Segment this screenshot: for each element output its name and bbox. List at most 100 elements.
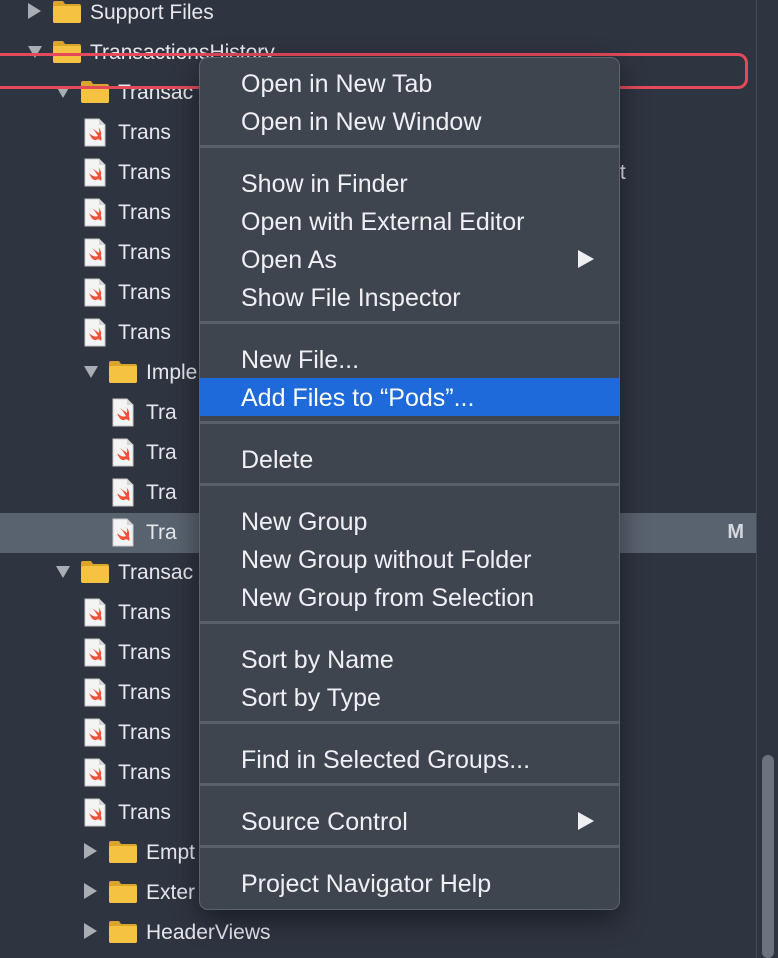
- vertical-scrollbar[interactable]: [762, 755, 774, 958]
- menu-item-new-group-from-selection[interactable]: New Group from Selection: [200, 578, 619, 616]
- tree-row-label: Tra: [146, 481, 177, 504]
- menu-item-show-file-inspector[interactable]: Show File Inspector: [200, 278, 619, 316]
- menu-item-label: Project Navigator Help: [241, 870, 492, 898]
- swift-file-icon: [84, 678, 106, 707]
- swift-file-icon: [84, 318, 106, 347]
- menu-item-label: Sort by Name: [241, 646, 394, 674]
- menu-item-sort-by-type[interactable]: Sort by Type: [200, 678, 619, 716]
- submenu-arrow-icon: [578, 812, 594, 830]
- menu-separator: [200, 783, 619, 786]
- tree-row-label: Imple: [146, 361, 198, 384]
- disclosure-collapsed-icon[interactable]: [28, 3, 41, 19]
- menu-item-label: New Group without Folder: [241, 546, 532, 574]
- menu-item-label: Open in New Tab: [241, 70, 433, 98]
- swift-file-icon: [84, 598, 106, 627]
- menu-item-label: Find in Selected Groups...: [241, 746, 531, 774]
- menu-item-new-group-without-folder[interactable]: New Group without Folder: [200, 540, 619, 578]
- menu-item-new-file[interactable]: New File...: [200, 340, 619, 378]
- menu-item-delete[interactable]: Delete: [200, 440, 619, 478]
- menu-item-label: New File...: [241, 346, 360, 374]
- menu-separator: [200, 145, 619, 148]
- menu-item-open-in-new-window[interactable]: Open in New Window: [200, 102, 619, 140]
- tree-row-label: Trans: [118, 321, 171, 344]
- tree-row-label: Trans: [118, 281, 171, 304]
- menu-item-project-navigator-help[interactable]: Project Navigator Help: [200, 864, 619, 902]
- tree-row-label: Tra: [146, 401, 177, 424]
- swift-file-icon: [84, 158, 106, 187]
- tree-row-label: Trans: [118, 601, 171, 624]
- menu-item-sort-by-name[interactable]: Sort by Name: [200, 640, 619, 678]
- tree-row-label: Trans: [118, 241, 171, 264]
- disclosure-expanded-icon[interactable]: [56, 566, 70, 578]
- navigator-divider: [756, 0, 757, 958]
- swift-file-icon: [84, 198, 106, 227]
- tree-row-label: Trans: [118, 721, 171, 744]
- swift-file-icon: [84, 718, 106, 747]
- disclosure-collapsed-icon[interactable]: [84, 883, 97, 899]
- disclosure-collapsed-icon[interactable]: [84, 843, 97, 859]
- tree-row-group[interactable]: Support Files: [0, 0, 756, 33]
- folder-icon: [80, 560, 110, 584]
- tree-row-label: Support Files: [90, 1, 214, 24]
- swift-file-icon: [112, 438, 134, 467]
- swift-file-icon: [112, 398, 134, 427]
- tree-row-label: Transac: [118, 561, 194, 584]
- menu-separator: [200, 483, 619, 486]
- menu-item-open-with-external-editor[interactable]: Open with External Editor: [200, 202, 619, 240]
- menu-item-find-in-selected-groups[interactable]: Find in Selected Groups...: [200, 740, 619, 778]
- swift-file-icon: [84, 798, 106, 827]
- tree-row-group[interactable]: HeaderViews: [0, 913, 756, 953]
- menu-item-label: Open As: [241, 246, 337, 274]
- tree-row-label: Trans: [118, 121, 171, 144]
- context-menu: Open in New Tab Open in New Window Show in…: [199, 57, 620, 910]
- menu-item-open-as[interactable]: Open As: [200, 240, 619, 278]
- menu-item-label: Source Control: [241, 808, 408, 836]
- swift-file-icon: [112, 518, 134, 547]
- tree-row-group[interactable]: Implementation: [0, 953, 756, 958]
- disclosure-collapsed-icon[interactable]: [84, 923, 97, 939]
- tree-row-label: Tra: [146, 521, 177, 544]
- folder-icon: [52, 0, 82, 24]
- menu-item-add-files-to-pods[interactable]: Add Files to “Pods”...: [200, 378, 619, 416]
- folder-icon: [108, 840, 138, 864]
- tree-row-label: Trans: [118, 161, 171, 184]
- menu-item-label: New Group from Selection: [241, 584, 535, 612]
- menu-item-open-in-new-tab[interactable]: Open in New Tab: [200, 64, 619, 102]
- swift-file-icon: [112, 478, 134, 507]
- swift-file-icon: [84, 118, 106, 147]
- tree-row-label: Empt: [146, 841, 196, 864]
- menu-item-label: Sort by Type: [241, 684, 381, 712]
- swift-file-icon: [84, 638, 106, 667]
- menu-item-label: Show File Inspector: [241, 284, 461, 312]
- menu-separator: [200, 721, 619, 724]
- swift-file-icon: [84, 758, 106, 787]
- swift-file-icon: [84, 238, 106, 267]
- folder-icon: [108, 920, 138, 944]
- tree-row-label: Trans: [118, 681, 171, 704]
- menu-separator: [200, 321, 619, 324]
- submenu-arrow-icon: [578, 250, 594, 268]
- tree-row-label: Trans: [118, 641, 171, 664]
- tree-row-label: HeaderViews: [146, 921, 271, 944]
- tree-row-label: Trans: [118, 201, 171, 224]
- source-control-status-badge: M: [727, 521, 744, 543]
- menu-item-label: New Group: [241, 508, 368, 536]
- folder-icon: [108, 880, 138, 904]
- tree-row-label: Trans: [118, 801, 171, 824]
- tree-row-label: Exter: [146, 881, 196, 904]
- menu-item-label: Delete: [241, 446, 314, 474]
- tree-row-label: Trans: [118, 761, 171, 784]
- swift-file-icon: [84, 278, 106, 307]
- disclosure-expanded-icon[interactable]: [84, 366, 98, 378]
- menu-item-source-control[interactable]: Source Control: [200, 802, 619, 840]
- menu-separator: [200, 421, 619, 424]
- menu-item-show-in-finder[interactable]: Show in Finder: [200, 164, 619, 202]
- menu-item-label: Add Files to “Pods”...: [241, 384, 475, 412]
- tree-row-label: Tra: [146, 441, 177, 464]
- folder-icon: [108, 360, 138, 384]
- menu-separator: [200, 845, 619, 848]
- menu-item-new-group[interactable]: New Group: [200, 502, 619, 540]
- menu-item-label: Open with External Editor: [241, 208, 525, 236]
- menu-item-label: Show in Finder: [241, 170, 408, 198]
- menu-separator: [200, 621, 619, 624]
